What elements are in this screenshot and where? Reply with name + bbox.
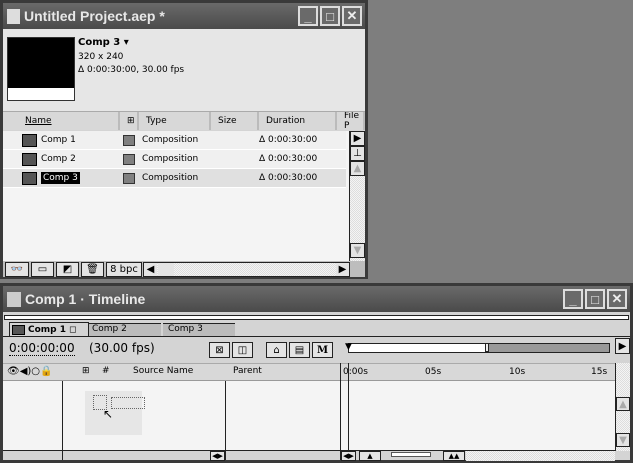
preview-size: 320 x 240 [78,52,124,62]
label-column-icon[interactable]: ⊞ [82,366,90,376]
composition-icon [22,171,37,185]
panel-menu-arrow[interactable]: ▶ [350,131,365,146]
col-duration[interactable]: Duration [261,112,337,130]
horizontal-scrollbar[interactable]: ◀ ▶ [143,262,350,277]
project-item[interactable]: Comp 1 Composition Δ 0:00:30:00 [3,131,346,150]
maximize-button[interactable]: □ [585,289,605,309]
timeline-title: Comp 1 · Timeline [25,291,146,307]
expand-panel-toggle[interactable]: ◀▶ [210,451,225,461]
current-time-indicator[interactable]: ▼ [345,342,353,364]
scroll-down[interactable]: ▼ [350,243,365,258]
label-color[interactable] [123,153,135,165]
composition-icon [22,133,37,147]
col-label-icon[interactable]: ⊞ [122,112,139,130]
composition-icon [22,152,37,166]
zoom-in-button[interactable]: ▲▲ [443,451,465,461]
col-parent[interactable]: Parent [233,366,262,376]
label-color[interactable] [123,172,135,184]
frame-blending-button[interactable]: ▤ [289,342,310,358]
col-type[interactable]: Type [141,112,211,130]
label-color[interactable] [123,134,135,146]
timeline-icon [7,291,21,307]
col-layer-number[interactable]: # [102,366,110,376]
close-tab-icon[interactable]: ◻ [69,325,76,335]
delete-button[interactable]: 🗑 [81,262,104,277]
av-features-icons: 👁◀)○🔒 [7,366,53,377]
current-time[interactable]: 0:00:00:00 [9,341,75,356]
timeline-horizontal-scrollbar[interactable] [466,451,615,461]
expand-timeline-toggle[interactable]: ◀▶ [341,451,356,461]
shy-layers-button[interactable]: ⌂ [266,342,287,358]
timeline-menu-arrow[interactable]: ▶ [615,338,630,354]
col-source-name[interactable]: Source Name [133,366,193,376]
frame-rate: (30.00 fps) [89,341,155,355]
scroll-up[interactable]: ▲ [616,397,630,411]
time-marker-line [348,363,349,451]
composition-icon [12,324,25,335]
preview-comp-name[interactable]: Comp 3 ▾ [78,37,129,48]
flowchart-button[interactable]: ⊥ [350,146,365,161]
timeline-window: Comp 1 · Timeline _ □ ✕ Comp 1 ◻ Comp 2 C… [0,283,633,463]
bpc-button[interactable]: 8 bpc [106,262,142,277]
scroll-right[interactable]: ▶ [336,263,349,276]
project-item-selected[interactable]: Comp 3 Composition Δ 0:00:30:00 [3,169,346,188]
document-icon [7,8,20,24]
motion-blur-button[interactable]: M [312,342,333,358]
scroll-down[interactable]: ▼ [616,433,630,447]
timeline-vertical-scrollbar[interactable]: ▲ ▼ [615,363,630,451]
minimize-button[interactable]: _ [563,289,583,309]
scroll-up[interactable]: ▲ [350,161,365,176]
close-button[interactable]: ✕ [342,6,362,26]
scroll-thumb[interactable] [158,263,174,276]
zoom-slider[interactable] [391,452,431,457]
work-area-bar[interactable] [348,343,610,353]
zoom-out-button[interactable]: ▲ [359,451,381,461]
preview-duration: Δ 0:00:30:00, 30.00 fps [78,65,185,75]
project-item[interactable]: Comp 2 Composition Δ 0:00:30:00 [3,150,346,169]
timeline-titlebar[interactable]: Comp 1 · Timeline _ □ ✕ [3,286,630,312]
tab-comp-2[interactable]: Comp 2 [89,323,161,336]
tab-comp-1[interactable]: Comp 1 ◻ [9,322,89,336]
comp-mini-flowchart-button[interactable]: ⊠ [209,342,230,358]
new-folder-button[interactable]: ▭ [31,262,54,277]
project-titlebar[interactable]: Untitled Project.aep * _ □ ✕ [3,3,365,29]
new-comp-button[interactable]: ◩ [56,262,79,277]
time-ruler[interactable]: 0:00s 05s 10s 15s [343,364,615,380]
col-file-path[interactable]: File P [339,112,365,130]
comp-thumbnail [7,37,75,101]
3d-view-button[interactable]: ◫ [232,342,253,358]
tab-comp-3[interactable]: Comp 3 [163,323,235,336]
close-button[interactable]: ✕ [607,289,627,309]
maximize-button[interactable]: □ [320,6,340,26]
project-window: Untitled Project.aep * _ □ ✕ Comp 3 ▾ 32… [0,0,368,279]
col-size[interactable]: Size [213,112,259,130]
find-button[interactable]: 👓 [5,262,29,277]
minimize-button[interactable]: _ [298,6,318,26]
project-title: Untitled Project.aep * [24,8,165,24]
drop-layer-hint-icon: ↖ [85,391,145,435]
col-name[interactable]: Name [20,112,120,130]
vertical-scrollbar[interactable]: ▶ ⊥ ▲ ▼ [349,131,365,261]
scroll-left[interactable]: ◀ [144,263,157,276]
